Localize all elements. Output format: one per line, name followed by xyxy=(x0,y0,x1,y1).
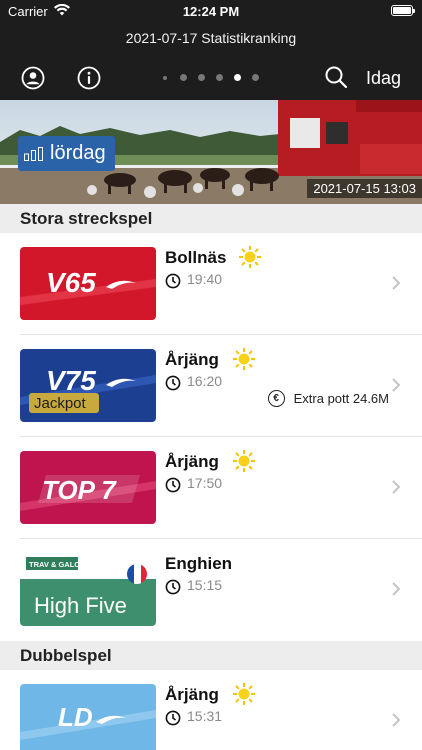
clock-icon xyxy=(165,579,181,595)
chevron-right-icon xyxy=(392,276,401,290)
today-button[interactable]: Idag xyxy=(366,68,401,89)
top7-logo: TOP 7 xyxy=(20,451,156,524)
clock-icon xyxy=(165,273,181,289)
section-header-dubbelspel: Dubbelspel xyxy=(0,641,422,670)
info-icon[interactable] xyxy=(77,66,101,90)
sun-icon xyxy=(233,348,255,370)
v65-logo: V65 xyxy=(20,247,156,320)
page-dot[interactable] xyxy=(163,76,167,80)
chevron-right-icon xyxy=(392,713,401,727)
day-badge: lördag xyxy=(18,136,115,171)
race-row-v65[interactable]: V65 Bollnäs 19:40 xyxy=(0,233,422,335)
race-time: 19:40 xyxy=(187,271,223,287)
track-name: Årjäng xyxy=(165,452,219,471)
status-bar: Carrier 12:24 PM xyxy=(0,0,422,24)
race-row-ld[interactable]: LD Årjäng 15:31 xyxy=(0,670,422,750)
race-time: 17:50 xyxy=(187,475,223,491)
clock-icon xyxy=(165,375,181,391)
bar-chart-icon xyxy=(24,146,43,161)
ld-logo: LD xyxy=(20,684,156,750)
track-name: Årjäng xyxy=(165,685,219,704)
track-name: Enghien xyxy=(165,554,233,573)
svg-text:High Five: High Five xyxy=(34,593,127,618)
extra-pot: € Extra pott 24.6M xyxy=(267,390,389,407)
page-indicator[interactable] xyxy=(162,74,264,82)
svg-text:V65: V65 xyxy=(46,267,96,298)
race-time: 15:31 xyxy=(187,708,223,724)
sun-icon xyxy=(233,450,255,472)
clock-icon xyxy=(165,710,181,726)
top-bar: Carrier 12:24 PM 2021-07-17 Statistikran… xyxy=(0,0,422,100)
svg-text:Jackpot: Jackpot xyxy=(34,395,87,412)
svg-text:TRAV & GALOPP: TRAV & GALOPP xyxy=(29,560,90,569)
track-name: Årjäng xyxy=(165,350,219,369)
svg-text:V75: V75 xyxy=(46,365,96,396)
track-name: Bollnäs xyxy=(165,248,227,267)
svg-text:LD: LD xyxy=(58,702,93,732)
day-label: lördag xyxy=(50,142,106,164)
search-icon[interactable] xyxy=(324,65,348,89)
page-dot[interactable] xyxy=(198,74,205,81)
page-dot[interactable] xyxy=(180,74,187,81)
race-row-high-five[interactable]: TRAV & GALOPP High Five Enghien 15:15 xyxy=(0,539,422,641)
sun-icon xyxy=(233,683,255,705)
chevron-right-icon xyxy=(392,378,401,392)
extra-pot-label: Extra pott 24.6M xyxy=(293,391,389,406)
chevron-right-icon xyxy=(392,582,401,596)
page-title: 2021-07-17 Statistikranking xyxy=(125,30,297,46)
section-header-stora-streckspel: Stora streckspel xyxy=(0,204,422,233)
hero-banner[interactable]: lördag 2021-07-15 13:03 xyxy=(0,100,422,204)
france-flag-icon xyxy=(127,564,147,584)
v75-logo: V75 Jackpot xyxy=(20,349,156,422)
clock-time: 12:24 PM xyxy=(182,4,240,19)
svg-text:TOP 7: TOP 7 xyxy=(42,475,117,505)
profile-icon[interactable] xyxy=(21,66,45,90)
race-row-top7[interactable]: TOP 7 Årjäng 17:50 xyxy=(0,437,422,539)
race-time: 15:15 xyxy=(187,577,223,593)
chevron-right-icon xyxy=(392,480,401,494)
race-row-v75[interactable]: V75 Jackpot Årjäng 16:20 € Extra pott 24… xyxy=(0,335,422,437)
page-dot[interactable] xyxy=(216,74,223,81)
photo-timestamp: 2021-07-15 13:03 xyxy=(307,179,422,198)
euro-icon: € xyxy=(267,390,285,407)
page-dot-active[interactable] xyxy=(234,74,241,81)
battery-icon xyxy=(391,5,415,16)
clock-icon xyxy=(165,477,181,493)
race-time: 16:20 xyxy=(187,373,223,389)
page-dot[interactable] xyxy=(252,74,259,81)
sun-icon xyxy=(239,246,261,268)
